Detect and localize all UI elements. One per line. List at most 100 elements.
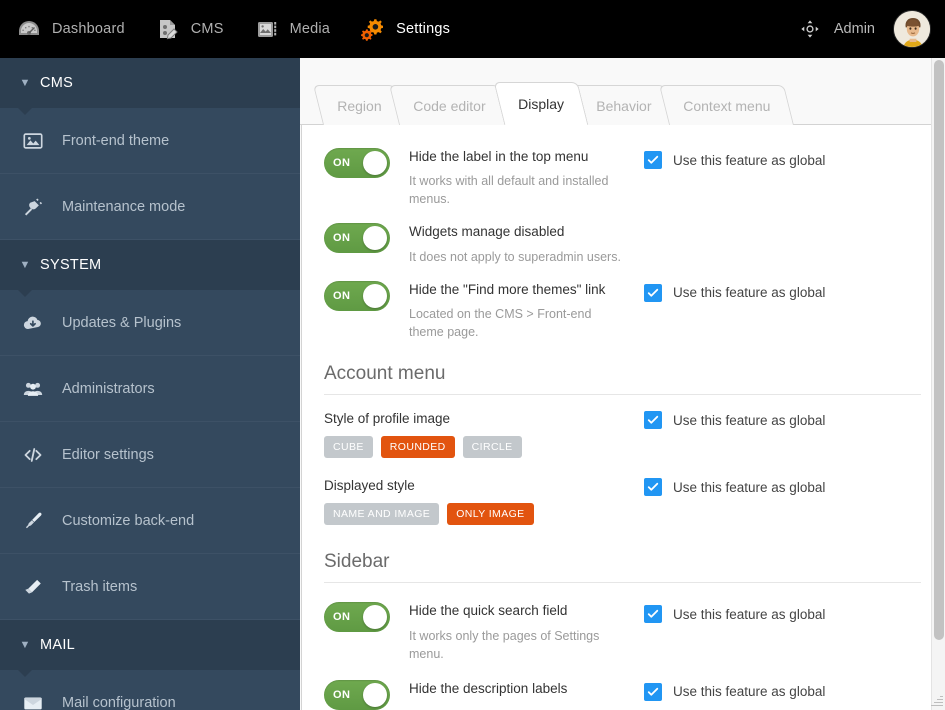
admin-user-label[interactable]: Admin [834, 21, 893, 37]
settings-tabs: Region Code editor Display Behavior Cont… [300, 82, 945, 125]
move-crosshair-icon[interactable] [786, 19, 834, 39]
setting-title: Hide the "Find more themes" link [409, 281, 606, 297]
setting-row-hide-quick-search-field: ON Hide the quick search field It works … [324, 593, 921, 668]
global-checkbox-row[interactable]: Use this feature as global [644, 283, 825, 302]
global-checkbox-label: Use this feature as global [673, 684, 826, 700]
tab-label-region: Region [337, 97, 382, 114]
topnav-label-dashboard: Dashboard [52, 21, 125, 37]
setting-right-group: Use this feature as global [644, 679, 825, 701]
setting-left-group: ON Hide the "Find more themes" link Loca… [324, 280, 644, 341]
sidebar-section-system[interactable]: ▼ SYSTEM [0, 240, 300, 297]
chevron-down-icon: ▼ [19, 77, 31, 89]
global-checkbox-label: Use this feature as global [673, 152, 826, 168]
global-checkbox-row[interactable]: Use this feature as global [644, 478, 825, 497]
pill-only-image[interactable]: ONLY IMAGE [447, 503, 534, 526]
choice-left-group: Displayed style NAME AND IMAGE ONLY IMAG… [324, 478, 644, 526]
checkbox-use-as-global[interactable] [644, 682, 662, 701]
page-scrollbar[interactable] [931, 58, 945, 710]
section-heading-sidebar: Sidebar [324, 529, 921, 584]
checkbox-use-as-global[interactable] [644, 411, 662, 430]
checkbox-use-as-global[interactable] [644, 605, 662, 624]
setting-title: Hide the description labels [409, 680, 568, 696]
choice-right-group: Use this feature as global [644, 478, 825, 497]
setting-description: It works with all default and installed … [409, 174, 609, 207]
sidebar-item-label-maintenance-mode: Maintenance mode [62, 198, 186, 215]
sidebar-item-trash-items[interactable]: Trash items [0, 554, 300, 620]
setting-right-group: Use this feature as global [644, 601, 825, 624]
toggle-knob [363, 283, 387, 308]
tab-behavior[interactable]: Behavior [571, 85, 675, 125]
toggle-hide-label-top-menu[interactable]: ON [324, 148, 390, 178]
sidebar-item-label-front-end-theme: Front-end theme [62, 132, 170, 149]
pill-name-and-image[interactable]: NAME AND IMAGE [324, 503, 440, 526]
setting-title: Hide the label in the top menu [409, 149, 589, 164]
topnav-item-dashboard[interactable]: Dashboard [0, 0, 139, 58]
toggle-state-label: ON [333, 688, 351, 701]
sidebar-section-label-mail: MAIL [40, 637, 76, 653]
topnav-label-media: Media [289, 21, 331, 37]
global-checkbox-row[interactable]: Use this feature as global [644, 682, 826, 701]
toggle-knob [363, 682, 387, 707]
topnav-label-settings: Settings [396, 21, 451, 37]
pill-rounded[interactable]: ROUNDED [380, 436, 455, 459]
sidebar-navigation: ▼ CMS Front-end theme Maintenance mode ▼… [0, 58, 300, 710]
sidebar-item-mail-configuration[interactable]: Mail configuration [0, 670, 300, 710]
top-nav-items: Dashboard CMS Media Settings [0, 0, 464, 58]
top-navigation-bar: Dashboard CMS Media Settings Admin [0, 0, 945, 58]
checkbox-use-as-global[interactable] [644, 478, 662, 497]
sidebar-item-customize-back-end[interactable]: Customize back-end [0, 488, 300, 554]
sidebar-item-updates-plugins[interactable]: Updates & Plugins [0, 290, 300, 356]
sidebar-section-mail[interactable]: ▼ MAIL [0, 620, 300, 677]
code-brackets-icon [14, 444, 52, 466]
avatar[interactable] [893, 10, 931, 48]
topnav-item-media[interactable]: Media [238, 0, 345, 58]
tab-context-menu[interactable]: Context menu [658, 85, 795, 125]
setting-description: It does not apply to superadmin users. [409, 249, 621, 264]
topnav-label-cms: CMS [190, 21, 224, 37]
setting-description: It works only the pages of Settings menu… [409, 628, 600, 661]
sidebar-item-editor-settings[interactable]: Editor settings [0, 422, 300, 488]
setting-text-group: Hide the label in the top menu It works … [390, 147, 624, 208]
dashboard-gauge-icon [16, 16, 42, 42]
toggle-state-label: ON [333, 289, 351, 302]
pill-cube[interactable]: CUBE [324, 436, 373, 459]
sidebar-section-cms[interactable]: ▼ CMS [0, 58, 300, 115]
chevron-down-icon: ▼ [19, 259, 31, 271]
topnav-item-settings[interactable]: Settings [344, 0, 464, 58]
scrollbar-thumb[interactable] [934, 60, 944, 640]
global-checkbox-row[interactable]: Use this feature as global [644, 605, 825, 624]
global-checkbox-row[interactable]: Use this feature as global [644, 411, 825, 430]
global-checkbox-row[interactable]: Use this feature as global [644, 151, 825, 169]
setting-title: Hide the quick search field [409, 603, 568, 619]
settings-gears-icon [360, 16, 386, 42]
setting-row-hide-label-top-menu: ON Hide the label in the top menu It wor… [324, 139, 921, 214]
pill-circle[interactable]: CIRCLE [462, 436, 522, 459]
tab-code-editor[interactable]: Code editor [389, 85, 510, 125]
tab-label-display: Display [517, 96, 564, 112]
tab-label-code-editor: Code editor [413, 97, 486, 114]
toggle-hide-description-labels[interactable]: ON [324, 679, 390, 710]
checkbox-use-as-global[interactable] [644, 283, 662, 302]
tab-display[interactable]: Display [493, 82, 589, 125]
choice-label-displayed-style: Displayed style [324, 478, 415, 494]
admin-panel-window: Dashboard CMS Media Settings Admin ▼ CMS… [0, 0, 945, 710]
toggle-hide-quick-search-field[interactable]: ON [324, 602, 390, 633]
cloud-download-icon [14, 312, 52, 334]
sidebar-section-label-cms: CMS [40, 75, 74, 91]
sidebar-item-maintenance-mode[interactable]: Maintenance mode [0, 174, 300, 240]
setting-left-group: ON Widgets manage disabled It does not a… [324, 222, 644, 265]
window-resize-grip[interactable] [929, 694, 943, 708]
power-plug-icon [14, 196, 52, 218]
sidebar-item-label-administrators: Administrators [62, 380, 155, 397]
setting-left-group: ON Hide the label in the top menu It wor… [324, 147, 644, 208]
sidebar-item-administrators[interactable]: Administrators [0, 356, 300, 422]
setting-description: Located on the CMS > Front-end theme pag… [409, 307, 592, 340]
sidebar-item-front-end-theme[interactable]: Front-end theme [0, 108, 300, 174]
toggle-state-label: ON [333, 157, 351, 169]
topnav-item-cms[interactable]: CMS [139, 0, 238, 58]
toggle-widgets-manage-disabled[interactable]: ON [324, 223, 390, 254]
setting-row-widgets-manage-disabled: ON Widgets manage disabled It does not a… [324, 214, 921, 271]
image-frame-icon [14, 130, 52, 152]
checkbox-use-as-global[interactable] [644, 151, 662, 169]
toggle-hide-find-more-themes[interactable]: ON [324, 280, 390, 311]
